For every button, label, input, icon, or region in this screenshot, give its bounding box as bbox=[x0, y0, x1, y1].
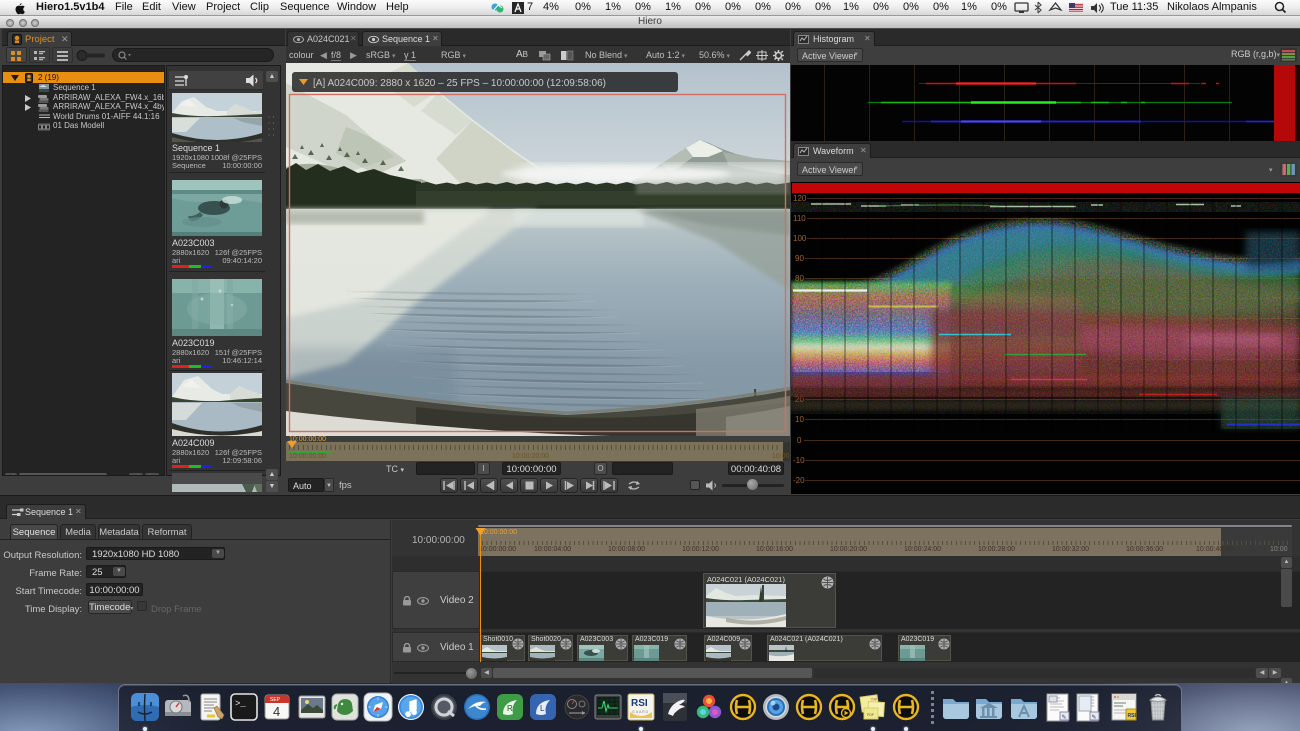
svg-text:0: 0 bbox=[797, 436, 802, 445]
svg-text:✎: ✎ bbox=[1062, 714, 1067, 721]
svg-text:PDF: PDF bbox=[867, 713, 874, 717]
svg-text:-20: -20 bbox=[793, 476, 805, 485]
svg-text:SEP: SEP bbox=[270, 697, 281, 703]
svg-text:L: L bbox=[540, 704, 545, 713]
svg-text:-10: -10 bbox=[793, 456, 805, 465]
svg-text:G U A R D: G U A R D bbox=[632, 710, 649, 714]
svg-text:[A] A024C009: 2880 x 1620 – 25: [A] A024C009: 2880 x 1620 – 25 FPS – 10:… bbox=[313, 78, 606, 89]
svg-text:RSI: RSI bbox=[1128, 713, 1137, 719]
svg-text:RSI: RSI bbox=[631, 698, 648, 709]
svg-text:>_: >_ bbox=[235, 699, 246, 709]
svg-text:✎: ✎ bbox=[1092, 714, 1097, 721]
svg-text:4: 4 bbox=[273, 704, 280, 719]
svg-text:R: R bbox=[507, 704, 513, 713]
